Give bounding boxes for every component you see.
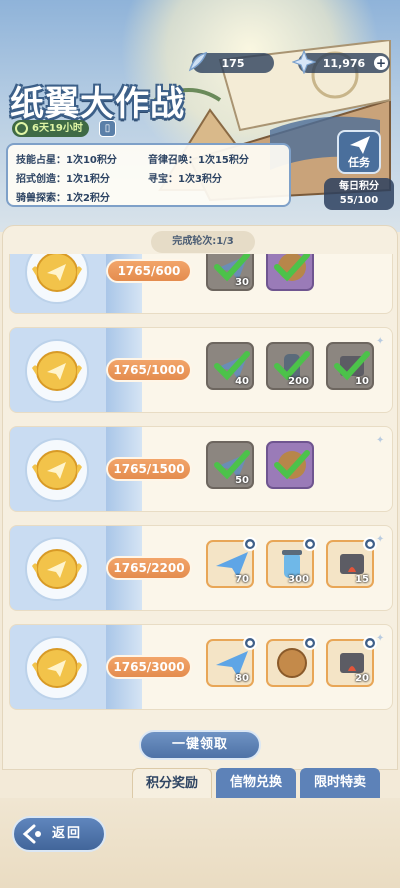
round-progress-badge: 完成轮次:1/3 [151,231,255,253]
reward-item-locked[interactable]: ● 15 [326,537,377,588]
reward-qty: 40 [235,376,249,387]
reward-item-claimed [266,441,314,489]
feather-count: 175 [221,56,245,70]
star-gem-icon [292,50,316,74]
tab-points-rewards[interactable]: 积分奖励 [132,768,212,798]
reward-qty: 20 [355,673,369,684]
task-button[interactable]: 任务 [337,130,381,174]
points-progress-pill: 1765/1000 [106,358,192,382]
corner-decoration: ✦ [376,435,385,446]
gem-count: 11,976 [322,56,366,70]
daily-points-display: 每日积分 55/100 [324,178,394,210]
rule-text: 寻宝：1次3积分 [148,174,222,185]
reward-qty: 15 [355,574,369,585]
lock-icon: ● [303,537,317,551]
event-timer: 6天19小时 [12,120,89,137]
lock-icon: ● [363,636,377,650]
gold-coin-icon [25,636,89,700]
reward-tier-row: 1765/2200 ● 70 ● 300 ● 15 ✦ [9,525,393,611]
reward-item-claimed: 10 [326,342,374,390]
paper-plane-icon [350,136,370,154]
add-currency-button[interactable]: + [374,56,388,70]
reward-item-claimed: 50 [206,441,254,489]
reward-item-claimed: 200 [266,342,314,390]
points-rules-box: 技能占星：1次10积分 音律召唤：1次15积分 招式创造：1次1积分 寻宝：1次… [6,143,291,207]
reward-tier-list[interactable]: 1765/600 30 ✦ 1765/1000 [3,254,397,714]
lock-icon: ● [303,636,317,650]
claim-all-button[interactable]: 一键领取 [139,730,261,760]
tab-limited-sale[interactable]: 限时特卖 [300,768,380,798]
reward-qty: 30 [235,277,249,288]
reward-item-locked[interactable]: ● 70 [206,537,257,588]
gold-coin-icon [25,537,89,601]
reward-tier-row: 1765/600 30 ✦ [9,254,393,314]
reward-item-locked[interactable]: ● 300 [266,537,317,588]
reward-qty: 80 [235,673,249,684]
reward-tier-row: 1765/3000 ● 80 ● ● 20 ✦ [9,624,393,710]
reward-item-claimed: 40 [206,342,254,390]
feather-icon [188,51,208,72]
reward-qty: 50 [235,475,249,486]
rewards-panel: 完成轮次:1/3 1765/600 30 ✦ [2,225,398,770]
reward-item-claimed [266,254,314,291]
gold-coin-icon [25,254,89,304]
points-progress-pill: 1765/600 [106,259,192,283]
points-progress-pill: 1765/3000 [106,655,192,679]
lock-icon: ● [243,537,257,551]
lock-icon: ● [363,537,377,551]
reward-qty: 70 [235,574,249,585]
corner-decoration: ✦ [376,336,385,347]
back-label: 返回 [52,826,83,841]
reward-qty: 200 [288,376,309,387]
reward-tier-row: 1765/1500 50 ✦ [9,426,393,512]
clock-icon [15,122,28,135]
timer-text: 6天19小时 [32,123,83,134]
task-label: 任务 [348,156,370,169]
points-progress-pill: 1765/2200 [106,556,192,580]
daily-points-label: 每日积分 [339,181,379,192]
rule-text: 音律召唤：1次15积分 [148,155,249,166]
gold-coin-icon [25,438,89,502]
rule-text: 骑兽探索：1次2积分 [16,193,110,204]
rule-text: 招式创造：1次1积分 [16,174,110,185]
gem-currency-display: 11,976 + [292,50,390,74]
rule-text: 技能占星：1次10积分 [16,155,117,166]
gold-coin-icon [25,339,89,403]
event-title: 纸翼大作战 [10,84,185,124]
reward-item-locked[interactable]: ● 80 [206,636,257,687]
reward-item-locked[interactable]: ● [266,636,317,687]
reward-item-claimed: 30 [206,254,254,291]
checkmark-icon [274,450,310,480]
lock-icon: ● [243,636,257,650]
checkmark-icon [274,254,310,282]
reward-qty: 300 [288,574,309,585]
back-arrow-icon [22,824,41,844]
event-banner: 175 11,976 + 纸翼大作战 6天19小时 ▯ 技能占星：1次10积分 … [0,0,400,232]
corner-decoration: ✦ [376,534,385,545]
back-button[interactable]: 返回 [12,816,106,852]
feather-currency-display: 175 [188,51,274,73]
medal-item-icon [277,648,307,678]
points-progress-pill: 1765/1500 [106,457,192,481]
tab-token-exchange[interactable]: 信物兑换 [216,768,296,798]
reward-item-locked[interactable]: ● 20 [326,636,377,687]
corner-decoration: ✦ [376,633,385,644]
info-book-icon[interactable]: ▯ [99,120,116,137]
reward-qty: 10 [355,376,369,387]
daily-points-value: 55/100 [339,195,379,206]
reward-tier-row: 1765/1000 40 200 10 ✦ [9,327,393,413]
